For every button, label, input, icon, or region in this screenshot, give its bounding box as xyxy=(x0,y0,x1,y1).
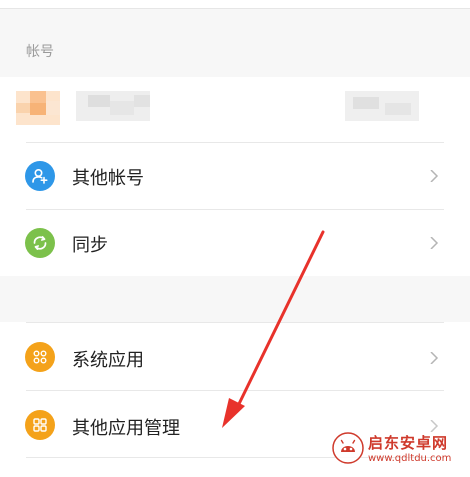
account-row[interactable] xyxy=(0,77,470,143)
row-system-apps[interactable]: 系统应用 xyxy=(0,323,470,389)
chevron-right-icon xyxy=(430,237,439,249)
previous-section-card xyxy=(0,0,470,9)
account-id-blur xyxy=(345,91,419,121)
row-label: 同步 xyxy=(72,235,108,256)
account-name-blur xyxy=(76,91,150,121)
row-label: 系统应用 xyxy=(72,350,144,371)
section-header-account: 帐号 xyxy=(26,44,54,60)
row-other-accounts[interactable]: 其他帐号 xyxy=(0,143,470,209)
chevron-right-icon xyxy=(430,352,439,364)
row-label: 其他应用管理 xyxy=(72,418,180,439)
section-gap xyxy=(0,276,470,322)
row-sync[interactable]: 同步 xyxy=(0,210,470,276)
chevron-right-icon xyxy=(430,170,439,182)
watermark: 启东安卓网 www.qdltdu.com xyxy=(332,430,464,466)
account-avatar xyxy=(16,91,60,125)
row-label: 其他帐号 xyxy=(72,168,144,189)
apps-grid-icon xyxy=(25,410,55,440)
watermark-brand: 启东安卓网 xyxy=(368,434,449,452)
sync-icon xyxy=(25,228,55,258)
watermark-url: www.qdltdu.com xyxy=(368,453,452,464)
user-add-icon xyxy=(25,161,55,191)
apps-grid-icon xyxy=(25,342,55,372)
watermark-logo-icon xyxy=(332,432,364,464)
